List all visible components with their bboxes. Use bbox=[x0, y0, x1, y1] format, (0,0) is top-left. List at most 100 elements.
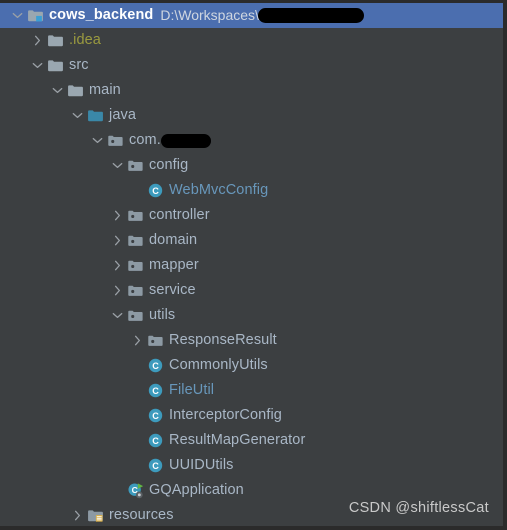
chevron-right-icon[interactable] bbox=[70, 508, 85, 523]
tree-row[interactable]: config bbox=[0, 153, 503, 178]
project-path-text: D:\Workspaces\ bbox=[160, 7, 259, 23]
tree-row[interactable]: C WebMvcConfig bbox=[0, 178, 503, 203]
tree-row-label: com. bbox=[129, 132, 161, 148]
tree-row-label: resources bbox=[109, 507, 174, 523]
tree-row-label: service bbox=[149, 282, 196, 298]
tree-row-label: InterceptorConfig bbox=[169, 407, 282, 423]
chevron-right-icon[interactable] bbox=[30, 33, 45, 48]
chevron-down-icon[interactable] bbox=[90, 133, 105, 148]
resources-root-folder-icon bbox=[87, 507, 104, 524]
tree-row[interactable]: C UUIDUtils bbox=[0, 453, 503, 478]
expander-placeholder bbox=[130, 183, 145, 198]
package-icon bbox=[127, 307, 144, 324]
java-class-icon: C bbox=[147, 382, 164, 399]
chevron-down-icon[interactable] bbox=[70, 108, 85, 123]
expander-placeholder bbox=[130, 458, 145, 473]
tree-row[interactable]: java bbox=[0, 103, 503, 128]
java-class-icon: C bbox=[147, 407, 164, 424]
chevron-right-icon[interactable] bbox=[110, 283, 125, 298]
tree-row[interactable]: com. bbox=[0, 128, 503, 153]
tree-row-label: controller bbox=[149, 207, 210, 223]
tree-row-label: ResponseResult bbox=[169, 332, 277, 348]
package-icon bbox=[127, 282, 144, 299]
source-root-folder-icon bbox=[87, 107, 104, 124]
tree-row-label: utils bbox=[149, 307, 176, 323]
package-icon bbox=[127, 207, 144, 224]
tree-row[interactable]: cows_backend D:\Workspaces\ bbox=[0, 3, 503, 28]
folder-icon bbox=[47, 57, 64, 74]
tree-row[interactable]: C InterceptorConfig bbox=[0, 403, 503, 428]
tree-row-label: config bbox=[149, 157, 189, 173]
svg-text:C: C bbox=[152, 436, 159, 446]
tree-row[interactable]: C CommonlyUtils bbox=[0, 353, 503, 378]
tree-row[interactable]: ResponseResult bbox=[0, 328, 503, 353]
tree-row[interactable]: src bbox=[0, 53, 503, 78]
chevron-right-icon[interactable] bbox=[130, 333, 145, 348]
tree-row[interactable]: main bbox=[0, 78, 503, 103]
tree-row[interactable]: C ResultMapGenerator bbox=[0, 428, 503, 453]
package-icon bbox=[127, 232, 144, 249]
tree-row-label: main bbox=[89, 82, 121, 98]
tree-row-label: cows_backend bbox=[49, 7, 154, 23]
package-icon bbox=[127, 257, 144, 274]
package-icon bbox=[127, 157, 144, 174]
tree-row-label: CommonlyUtils bbox=[169, 357, 268, 373]
folder-icon bbox=[67, 82, 84, 99]
chevron-right-icon[interactable] bbox=[110, 208, 125, 223]
package-icon bbox=[147, 332, 164, 349]
java-class-icon: C bbox=[147, 357, 164, 374]
svg-text:C: C bbox=[152, 186, 159, 196]
java-class-icon: C bbox=[147, 457, 164, 474]
chevron-down-icon[interactable] bbox=[10, 8, 25, 23]
tree-row[interactable]: C FileUtil bbox=[0, 378, 503, 403]
tree-row[interactable]: mapper bbox=[0, 253, 503, 278]
tree-row-label: mapper bbox=[149, 257, 199, 273]
chevron-down-icon[interactable] bbox=[30, 58, 45, 73]
svg-text:C: C bbox=[152, 361, 159, 371]
tree-row[interactable]: utils bbox=[0, 303, 503, 328]
expander-placeholder bbox=[130, 408, 145, 423]
tree-row[interactable]: .idea bbox=[0, 28, 503, 53]
tree-row-label: java bbox=[109, 107, 136, 123]
expander-placeholder bbox=[130, 433, 145, 448]
project-tool-window: cows_backend D:\Workspaces\ .idea src main ja… bbox=[0, 0, 507, 530]
chevron-right-icon[interactable] bbox=[110, 233, 125, 248]
tree-row-label: .idea bbox=[69, 32, 101, 48]
expander-placeholder bbox=[130, 358, 145, 373]
svg-text:C: C bbox=[152, 411, 159, 421]
tree-row[interactable]: service bbox=[0, 278, 503, 303]
package-icon bbox=[107, 132, 124, 149]
expander-placeholder bbox=[130, 383, 145, 398]
folder-icon bbox=[47, 32, 64, 49]
tree-row[interactable]: controller bbox=[0, 203, 503, 228]
svg-text:C: C bbox=[152, 461, 159, 471]
module-folder-icon bbox=[27, 7, 44, 24]
tree-row-label: domain bbox=[149, 232, 198, 248]
chevron-down-icon[interactable] bbox=[110, 158, 125, 173]
chevron-down-icon[interactable] bbox=[110, 308, 125, 323]
chevron-down-icon[interactable] bbox=[50, 83, 65, 98]
svg-text:C: C bbox=[152, 386, 159, 396]
spring-boot-application-icon: C bbox=[127, 482, 144, 499]
tree-row[interactable]: domain bbox=[0, 228, 503, 253]
watermark-text: CSDN @shiftlessCat bbox=[348, 500, 489, 516]
project-file-tree[interactable]: cows_backend D:\Workspaces\ .idea src main ja… bbox=[0, 3, 503, 526]
chevron-right-icon[interactable] bbox=[110, 258, 125, 273]
tree-row-label: src bbox=[69, 57, 89, 73]
